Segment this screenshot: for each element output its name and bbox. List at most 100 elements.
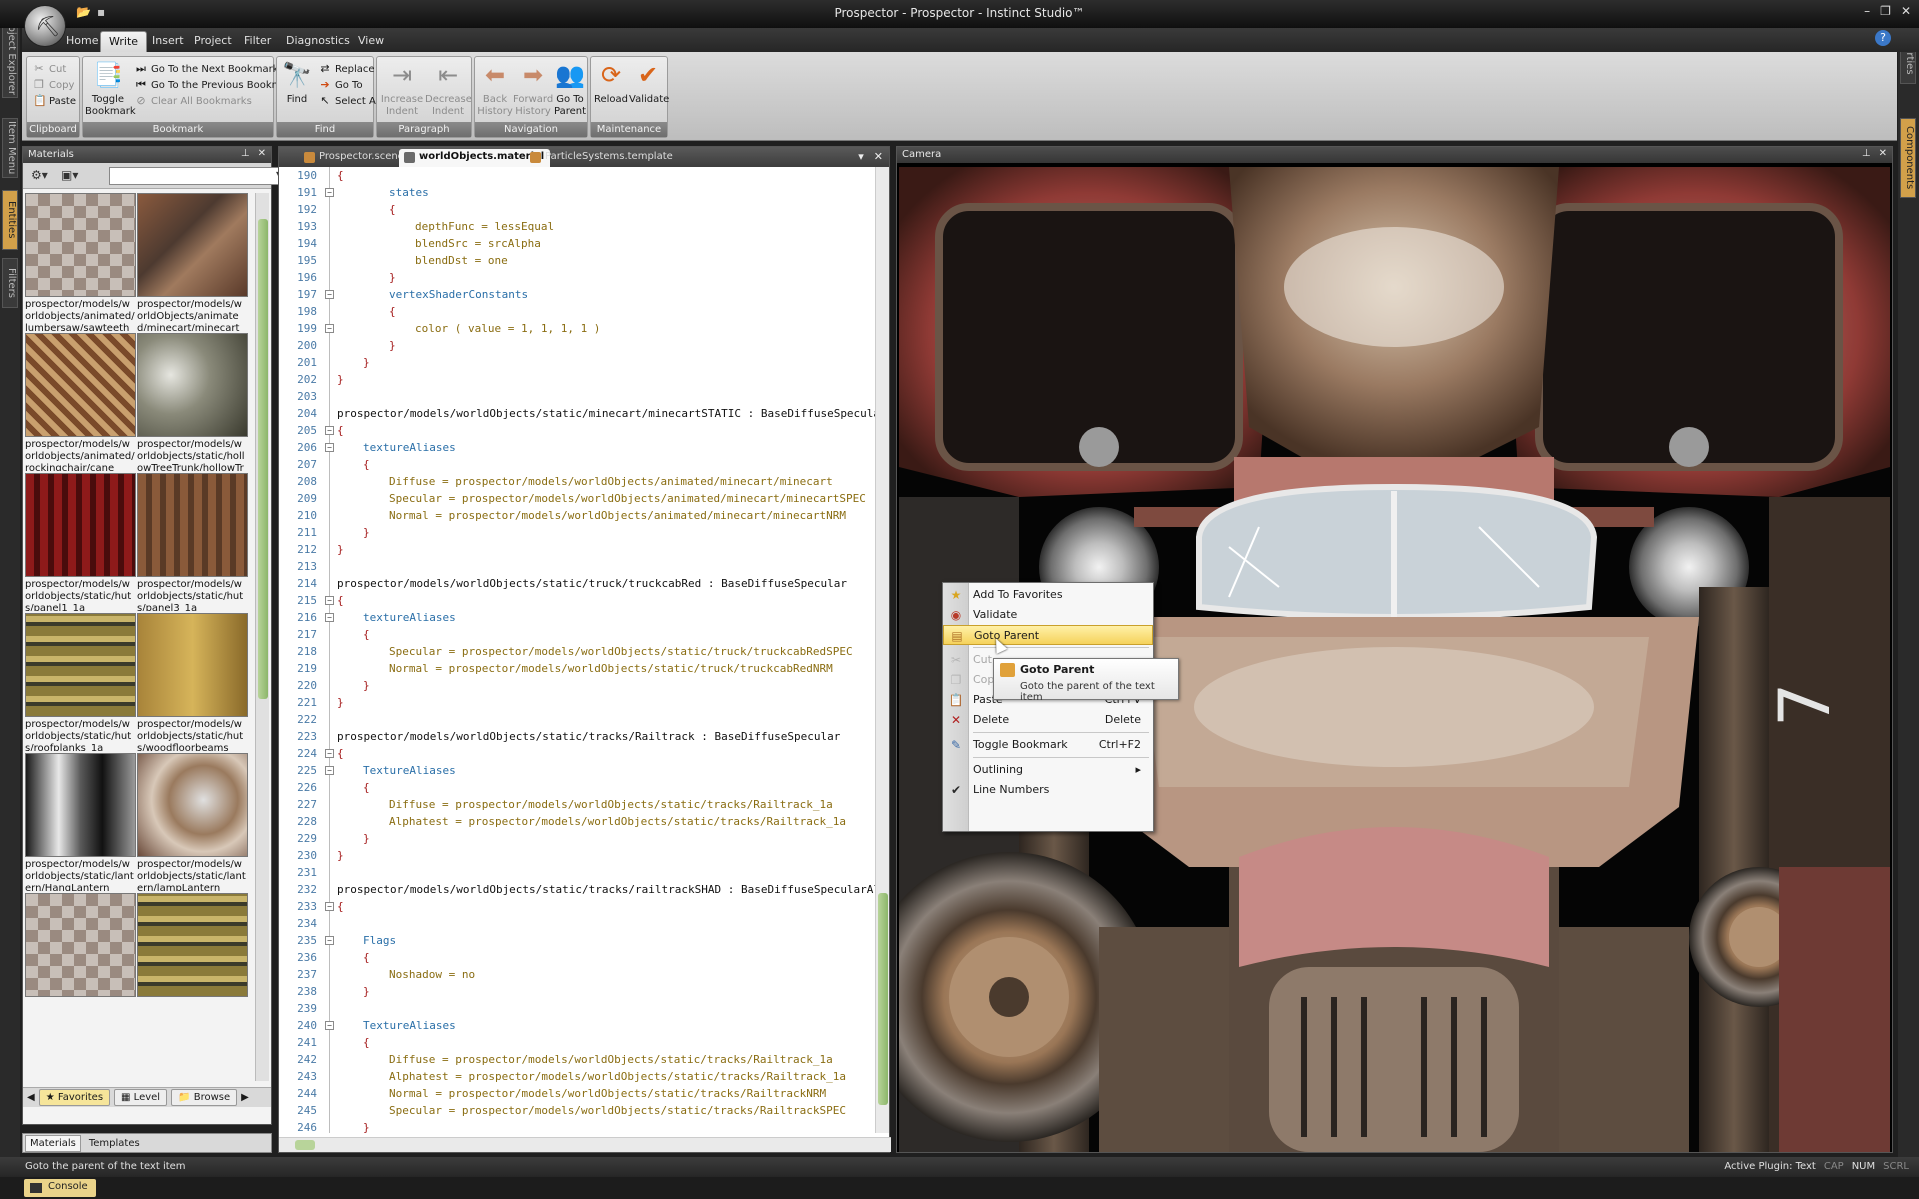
- material-tile[interactable]: prospector/models/worldobjects/static/hu…: [137, 613, 248, 751]
- menu-item-outlining[interactable]: Outlining ▸: [943, 760, 1153, 780]
- fold-toggle-icon[interactable]: −: [325, 324, 334, 333]
- code-line[interactable]: 202}: [279, 371, 875, 388]
- code-line[interactable]: 218 Specular = prospector/models/worldObj…: [279, 643, 875, 660]
- tab-prospector-scene[interactable]: Prospector.scene: [299, 149, 410, 167]
- tab-templates[interactable]: Templates: [85, 1136, 144, 1151]
- tab-diagnostics[interactable]: Diagnostics: [278, 31, 358, 52]
- code-line[interactable]: 205−{: [279, 422, 875, 439]
- copy-button[interactable]: ❐ Copy: [33, 77, 74, 93]
- fold-toggle-icon[interactable]: −: [325, 902, 334, 911]
- materials-scrollbar[interactable]: [255, 193, 269, 1081]
- code-line[interactable]: 194 blendSrc = srcAlpha: [279, 235, 875, 252]
- code-line[interactable]: 195 blendDst = one: [279, 252, 875, 269]
- tab-write[interactable]: Write: [100, 31, 148, 52]
- editor-horizontal-scrollbar[interactable]: [279, 1137, 891, 1152]
- code-line[interactable]: 230}: [279, 847, 875, 864]
- goto-parent-button[interactable]: 👥 Go To Parent: [553, 59, 587, 118]
- material-tile[interactable]: prospector/models/worldobjects/static/la…: [137, 753, 248, 891]
- new-material-icon[interactable]: ▣▾: [61, 168, 83, 184]
- code-line[interactable]: 235− Flags: [279, 932, 875, 949]
- code-line[interactable]: 213: [279, 558, 875, 575]
- code-line[interactable]: 203: [279, 388, 875, 405]
- code-line[interactable]: 244 Normal = prospector/models/worldObjec…: [279, 1085, 875, 1102]
- increase-indent-button[interactable]: ⇥ Increase Indent: [379, 59, 425, 118]
- code-line[interactable]: 212}: [279, 541, 875, 558]
- forward-history-button[interactable]: ➡ Forward History: [513, 59, 553, 118]
- prev-bookmark-button[interactable]: ⏮ Go To the Previous Bookmark: [135, 77, 297, 93]
- material-tile[interactable]: prospector/models/worldobjects/animated/…: [25, 193, 136, 331]
- code-line[interactable]: 227 Diffuse = prospector/models/worldObje…: [279, 796, 875, 813]
- code-line[interactable]: 198 {: [279, 303, 875, 320]
- goto-button[interactable]: ➔ Go To: [319, 77, 362, 93]
- material-tile[interactable]: prospector/models/worldobjects/static/ho…: [137, 333, 248, 471]
- tab-particlesystems-template[interactable]: ParticleSystems.template: [525, 149, 679, 167]
- code-line[interactable]: 229}: [279, 830, 875, 847]
- maximize-button[interactable]: ❐: [1880, 4, 1891, 18]
- tab-item-menu[interactable]: Item Menu: [2, 118, 18, 178]
- code-line[interactable]: 204 prospector/models/worldObjects/static…: [279, 405, 875, 422]
- app-menu-button[interactable]: ⛏: [24, 5, 66, 47]
- fold-toggle-icon[interactable]: −: [325, 596, 334, 605]
- code-line[interactable]: 231: [279, 864, 875, 881]
- scroll-right-icon[interactable]: ▶: [241, 1092, 249, 1103]
- menu-item-toggle-bookmark[interactable]: ✎ Toggle Bookmark Ctrl+F2: [943, 735, 1153, 755]
- code-line[interactable]: 191− states: [279, 184, 875, 201]
- code-line[interactable]: 197− vertexShaderConstants: [279, 286, 875, 303]
- code-line[interactable]: 221}: [279, 694, 875, 711]
- reload-button[interactable]: ⟳ Reload: [593, 59, 629, 106]
- code-line[interactable]: 193 depthFunc = lessEqual: [279, 218, 875, 235]
- select-all-button[interactable]: ↖ Select All: [319, 93, 381, 109]
- code-line[interactable]: 232 prospector/models/worldObjects/static…: [279, 881, 875, 898]
- code-line[interactable]: 215−{: [279, 592, 875, 609]
- scroll-thumb[interactable]: [878, 893, 888, 1105]
- code-line[interactable]: 206− textureAliases: [279, 439, 875, 456]
- code-line[interactable]: 214 prospector/models/worldObjects/static…: [279, 575, 875, 592]
- fold-toggle-icon[interactable]: −: [325, 766, 334, 775]
- menu-item-delete[interactable]: ✕ Delete Delete: [943, 710, 1153, 730]
- code-line[interactable]: 234: [279, 915, 875, 932]
- back-history-button[interactable]: ⬅ Back History: [477, 59, 513, 118]
- code-line[interactable]: 219 Normal = prospector/models/worldObjec…: [279, 660, 875, 677]
- code-line[interactable]: 245 Specular = prospector/models/worldObj…: [279, 1102, 875, 1119]
- code-line[interactable]: 190 {: [279, 167, 875, 184]
- tab-filters[interactable]: Filters: [2, 258, 18, 308]
- close-panel-icon[interactable]: ✕: [1879, 148, 1887, 159]
- code-line[interactable]: 192 {: [279, 201, 875, 218]
- code-line[interactable]: 210 Normal = prospector/models/worldObjec…: [279, 507, 875, 524]
- material-tile[interactable]: prospector/models/worldobjects/static/hu…: [25, 473, 136, 611]
- find-button[interactable]: 🔭 Find: [279, 59, 315, 106]
- code-line[interactable]: 216− textureAliases: [279, 609, 875, 626]
- code-line[interactable]: 241 {: [279, 1034, 875, 1051]
- scroll-thumb[interactable]: [258, 219, 268, 699]
- material-tile[interactable]: prospector/models/worldObjects/animated/…: [137, 193, 248, 331]
- editor-vertical-scrollbar[interactable]: [875, 167, 889, 1133]
- tab-level[interactable]: ▦ Level: [114, 1089, 168, 1106]
- toggle-bookmark-button[interactable]: 📑 Toggle Bookmark: [85, 59, 136, 118]
- tab-view[interactable]: View: [350, 31, 392, 52]
- tab-console[interactable]: Console: [24, 1179, 96, 1197]
- fold-toggle-icon[interactable]: −: [325, 188, 334, 197]
- paste-button[interactable]: 📋 Paste: [33, 93, 76, 109]
- next-bookmark-button[interactable]: ⏭ Go To the Next Bookmark: [135, 61, 278, 77]
- menu-item-goto-parent[interactable]: ▤ Goto Parent: [943, 625, 1153, 645]
- material-tile[interactable]: prospector/models/worldobjects/animated/…: [25, 333, 136, 471]
- code-line[interactable]: 239: [279, 1000, 875, 1017]
- scroll-thumb[interactable]: [295, 1140, 315, 1150]
- code-line[interactable]: 243 Alphatest = prospector/models/worldOb…: [279, 1068, 875, 1085]
- code-line[interactable]: 196}: [279, 269, 875, 286]
- tab-favorites[interactable]: ★ Favorites: [38, 1089, 111, 1106]
- clear-bookmarks-button[interactable]: ⊘ Clear All Bookmarks: [135, 93, 251, 109]
- fold-toggle-icon[interactable]: −: [325, 613, 334, 622]
- fold-toggle-icon[interactable]: −: [325, 443, 334, 452]
- material-options-icon[interactable]: ⚙▾: [31, 168, 53, 184]
- close-button[interactable]: ✕: [1901, 4, 1911, 18]
- code-line[interactable]: 228 Alphatest = prospector/models/worldOb…: [279, 813, 875, 830]
- menu-item-add-to-favorites[interactable]: ★ Add To Favorites: [943, 585, 1153, 605]
- code-line[interactable]: 207 {: [279, 456, 875, 473]
- help-icon[interactable]: ?: [1875, 30, 1891, 46]
- code-line[interactable]: 240− TextureAliases: [279, 1017, 875, 1034]
- fold-toggle-icon[interactable]: −: [325, 1021, 334, 1030]
- material-filter-combo[interactable]: [109, 167, 285, 185]
- tab-browse[interactable]: 📁 Browse: [171, 1089, 238, 1106]
- code-line[interactable]: 226 {: [279, 779, 875, 796]
